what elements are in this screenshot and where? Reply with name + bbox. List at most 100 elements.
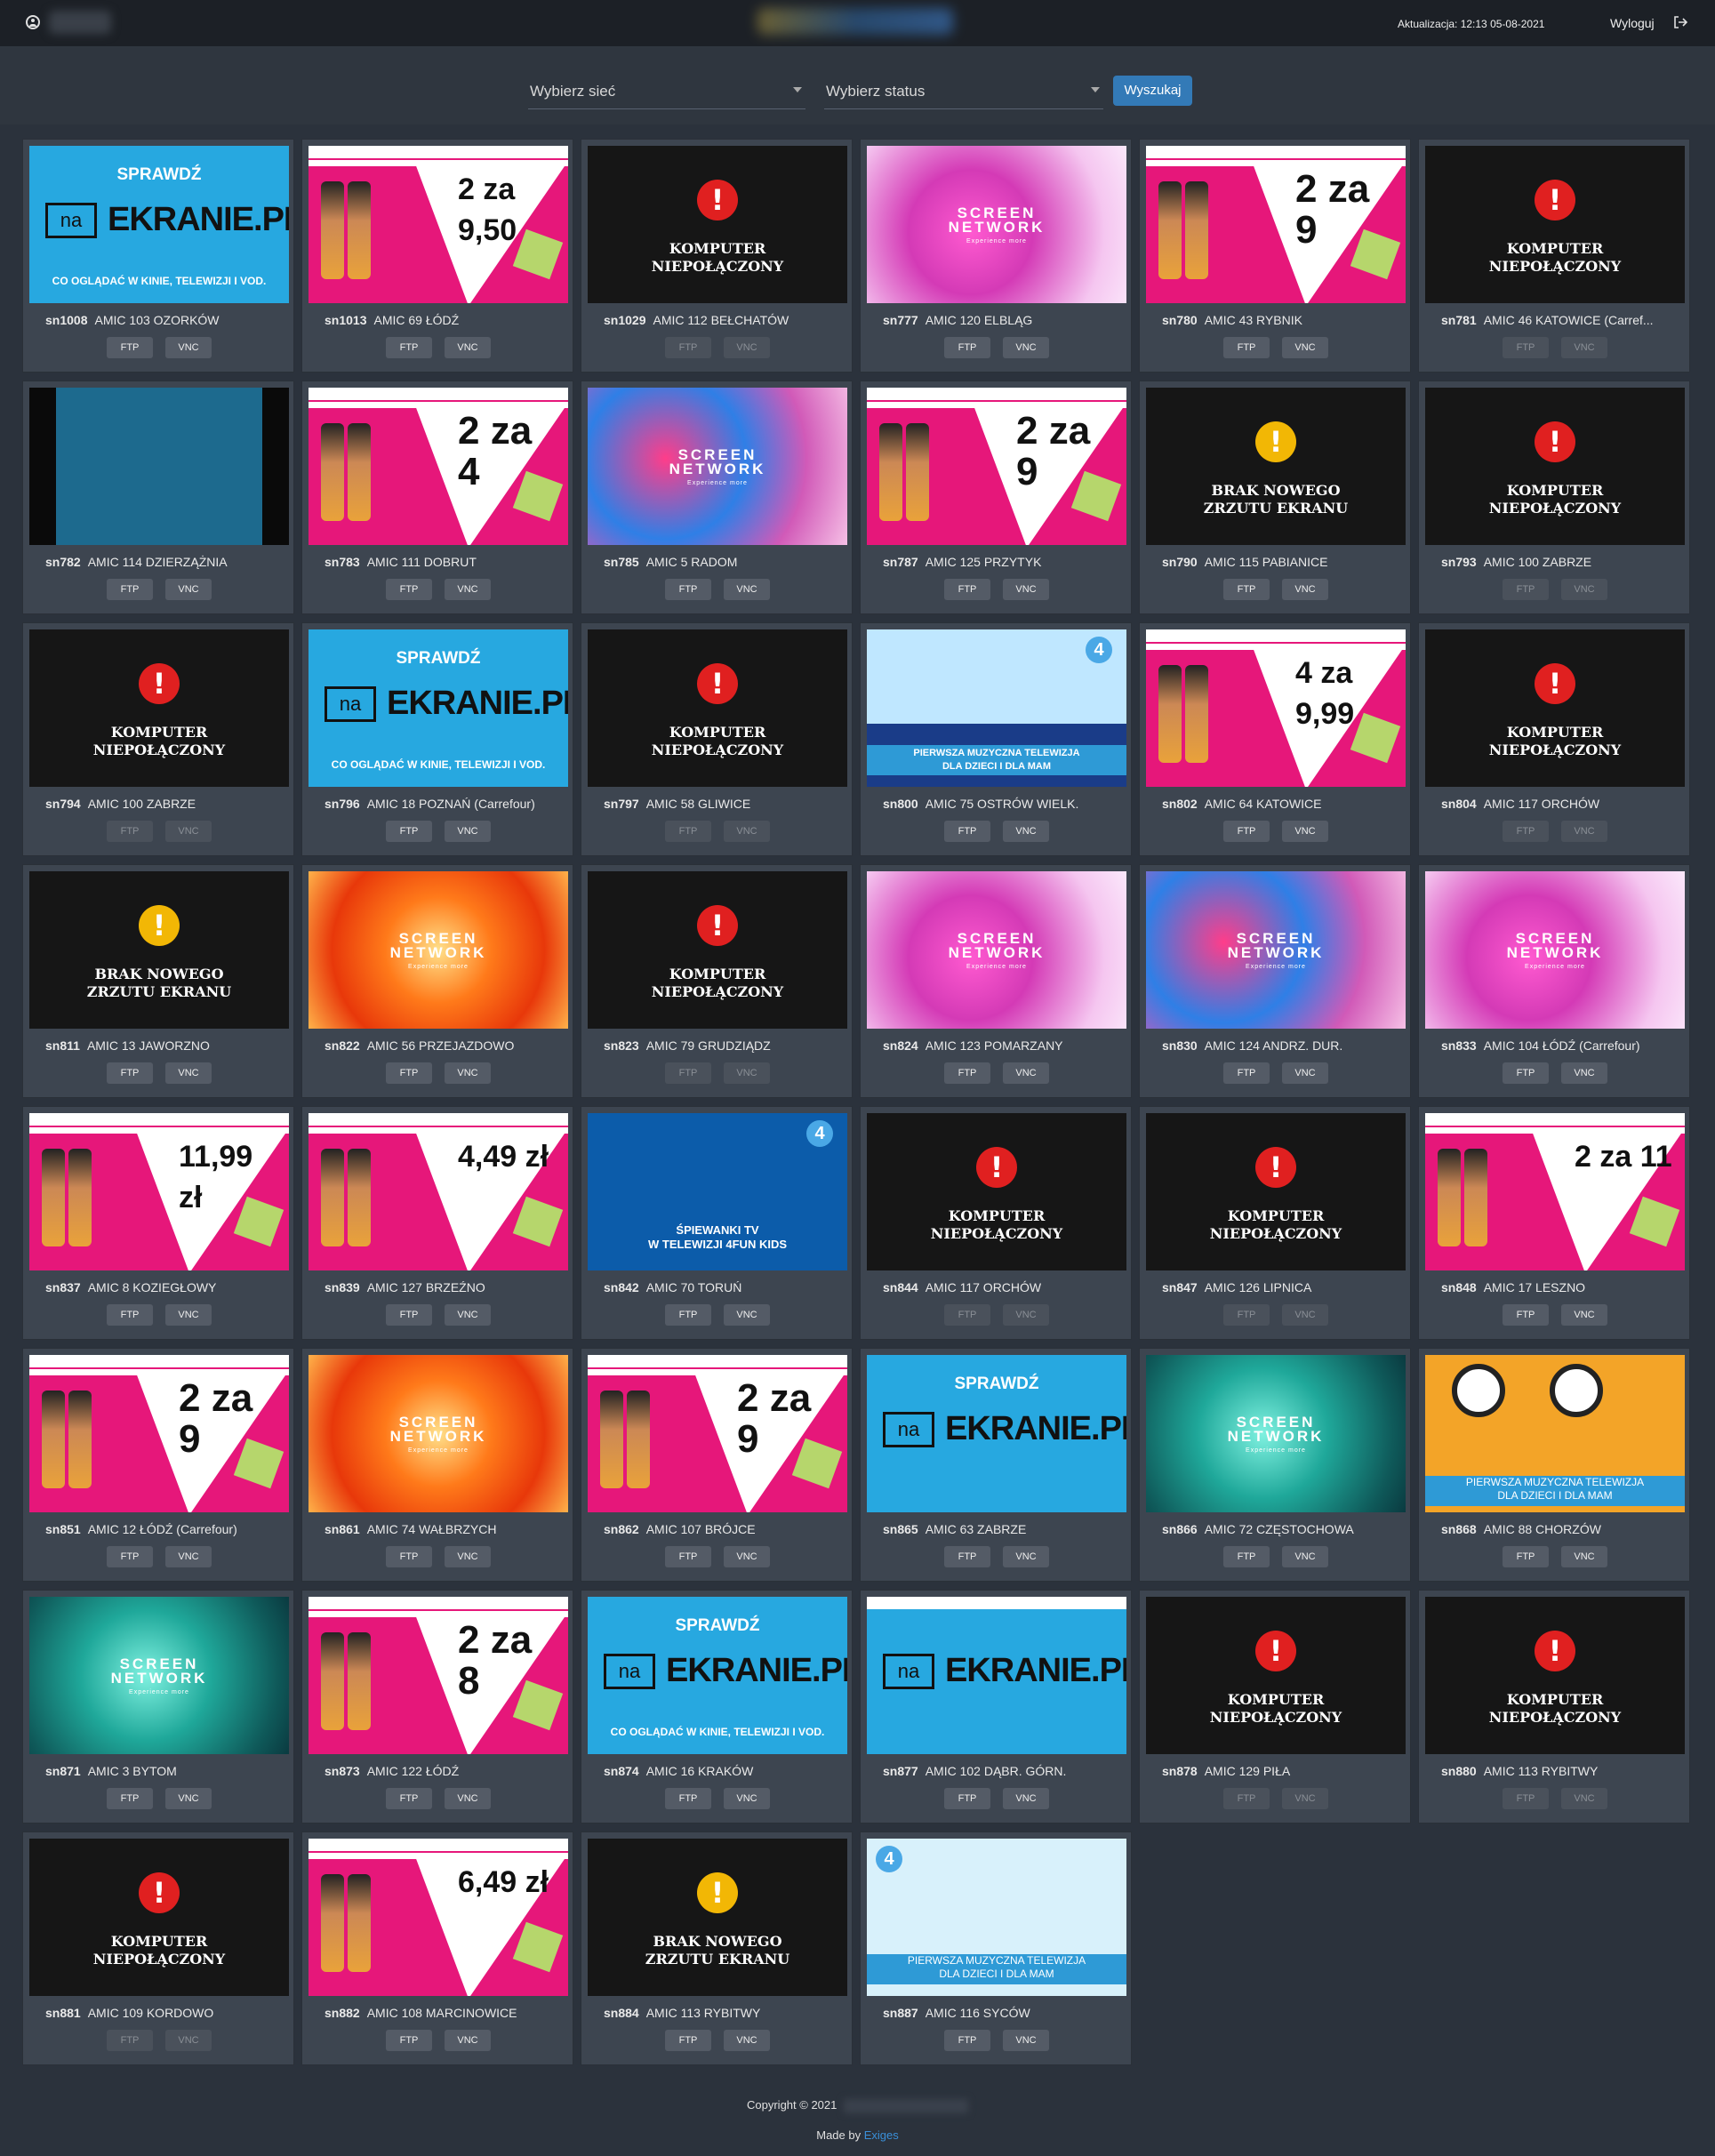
vnc-button[interactable]: VNC [1282, 1788, 1328, 1809]
vnc-button[interactable]: VNC [724, 1546, 770, 1567]
ftp-button[interactable]: FTP [107, 2030, 153, 2051]
ftp-button[interactable]: FTP [665, 1788, 711, 1809]
ftp-button[interactable]: FTP [107, 579, 153, 600]
ftp-button[interactable]: FTP [386, 1062, 432, 1084]
screen-thumbnail[interactable]: 6,49 zł [309, 1839, 568, 1996]
vnc-button[interactable]: VNC [1003, 1788, 1049, 1809]
screen-thumbnail[interactable]: PIERWSZA MUZYCZNA TELEWIZJA DLA DZIECI I … [1425, 1355, 1685, 1512]
ftp-button[interactable]: FTP [944, 821, 990, 842]
ftp-button[interactable]: FTP [386, 579, 432, 600]
screen-thumbnail[interactable]: 4 PIERWSZA MUZYCZNA TELEWIZJA DLA DZIECI I… [867, 1839, 1126, 1996]
vnc-button[interactable]: VNC [1282, 1304, 1328, 1326]
screen-thumbnail[interactable]: 2 za 9 [29, 1355, 289, 1512]
vnc-button[interactable]: VNC [1003, 1062, 1049, 1084]
ftp-button[interactable]: FTP [944, 2030, 990, 2051]
screen-thumbnail[interactable]: 4 za 9,99 [1146, 629, 1406, 787]
vnc-button[interactable]: VNC [724, 1304, 770, 1326]
ftp-button[interactable]: FTP [1223, 821, 1270, 842]
screen-thumbnail[interactable] [29, 388, 289, 545]
vnc-button[interactable]: VNC [165, 2030, 212, 2051]
screen-thumbnail[interactable]: SCREEN NETWORK Experience more [29, 1597, 289, 1754]
ftp-button[interactable]: FTP [1503, 1304, 1549, 1326]
screen-thumbnail[interactable]: ! KOMPUTER NIEPOŁĄCZONY [29, 1839, 289, 1996]
vnc-button[interactable]: VNC [165, 1062, 212, 1084]
search-button[interactable]: Wyszukaj [1113, 76, 1192, 106]
ftp-button[interactable]: FTP [107, 1062, 153, 1084]
screen-thumbnail[interactable]: na EKRANIE.PL [867, 1597, 1126, 1754]
status-select[interactable]: Wybierz status [824, 75, 1103, 109]
screen-thumbnail[interactable]: ! KOMPUTER NIEPOŁĄCZONY [1425, 388, 1685, 545]
screen-thumbnail[interactable]: ! KOMPUTER NIEPOŁĄCZONY [1425, 629, 1685, 787]
screen-thumbnail[interactable]: SPRAWDŹ na EKRANIE.PL [867, 1355, 1126, 1512]
screen-thumbnail[interactable]: ! KOMPUTER NIEPOŁĄCZONY [588, 146, 847, 303]
ftp-button[interactable]: FTP [107, 1788, 153, 1809]
ftp-button[interactable]: FTP [944, 579, 990, 600]
ftp-button[interactable]: FTP [1223, 579, 1270, 600]
ftp-button[interactable]: FTP [1223, 1304, 1270, 1326]
ftp-button[interactable]: FTP [665, 1062, 711, 1084]
logout-icon[interactable] [1673, 15, 1687, 29]
ftp-button[interactable]: FTP [665, 1304, 711, 1326]
screen-thumbnail[interactable]: ! KOMPUTER NIEPOŁĄCZONY [588, 871, 847, 1029]
ftp-button[interactable]: FTP [1503, 1788, 1549, 1809]
ftp-button[interactable]: FTP [1223, 1546, 1270, 1567]
screen-thumbnail[interactable]: SCREEN NETWORK Experience more [1146, 1355, 1406, 1512]
screen-thumbnail[interactable]: SCREEN NETWORK Experience more [309, 1355, 568, 1512]
vnc-button[interactable]: VNC [724, 579, 770, 600]
screen-thumbnail[interactable]: ! KOMPUTER NIEPOŁĄCZONY [29, 629, 289, 787]
ftp-button[interactable]: FTP [944, 1062, 990, 1084]
screen-thumbnail[interactable]: ! BRAK NOWEGO ZRZUTU EKRANU [29, 871, 289, 1029]
screen-thumbnail[interactable]: SCREEN NETWORK Experience more [1425, 871, 1685, 1029]
vnc-button[interactable]: VNC [445, 579, 491, 600]
screen-thumbnail[interactable]: SCREEN NETWORK Experience more [1146, 871, 1406, 1029]
vnc-button[interactable]: VNC [724, 1062, 770, 1084]
screen-thumbnail[interactable]: 2 za 11 [1425, 1113, 1685, 1270]
ftp-button[interactable]: FTP [665, 579, 711, 600]
vnc-button[interactable]: VNC [165, 337, 212, 358]
vnc-button[interactable]: VNC [165, 579, 212, 600]
ftp-button[interactable]: FTP [665, 2030, 711, 2051]
ftp-button[interactable]: FTP [107, 821, 153, 842]
screen-thumbnail[interactable]: 2 za 9 [867, 388, 1126, 545]
vnc-button[interactable]: VNC [165, 1788, 212, 1809]
vnc-button[interactable]: VNC [1282, 337, 1328, 358]
screen-thumbnail[interactable]: 4 ŚPIEWANKI TV W TELEWIZJI 4FUN KIDS [588, 1113, 847, 1270]
ftp-button[interactable]: FTP [1503, 1546, 1549, 1567]
ftp-button[interactable]: FTP [386, 821, 432, 842]
vnc-button[interactable]: VNC [1003, 579, 1049, 600]
screen-thumbnail[interactable]: 2 za 9 [1146, 146, 1406, 303]
screen-thumbnail[interactable]: 4 PIERWSZA MUZYCZNA TELEWIZJA DLA DZIECI I… [867, 629, 1126, 787]
ftp-button[interactable]: FTP [1503, 337, 1549, 358]
ftp-button[interactable]: FTP [1223, 337, 1270, 358]
ftp-button[interactable]: FTP [944, 1546, 990, 1567]
screen-thumbnail[interactable]: 4,49 zł [309, 1113, 568, 1270]
screen-thumbnail[interactable]: SPRAWDŹ na EKRANIE.PL CO OGLĄDAĆ W KINIE, T… [309, 629, 568, 787]
vnc-button[interactable]: VNC [1561, 1304, 1607, 1326]
screen-thumbnail[interactable]: ! KOMPUTER NIEPOŁĄCZONY [1425, 146, 1685, 303]
vnc-button[interactable]: VNC [445, 337, 491, 358]
screen-thumbnail[interactable]: SCREEN NETWORK Experience more [867, 146, 1126, 303]
vnc-button[interactable]: VNC [1282, 579, 1328, 600]
screen-thumbnail[interactable]: 2 za 9,50 [309, 146, 568, 303]
screen-thumbnail[interactable]: ! KOMPUTER NIEPOŁĄCZONY [588, 629, 847, 787]
vnc-button[interactable]: VNC [1561, 1062, 1607, 1084]
vnc-button[interactable]: VNC [165, 1304, 212, 1326]
vnc-button[interactable]: VNC [445, 2030, 491, 2051]
vnc-button[interactable]: VNC [1282, 1546, 1328, 1567]
ftp-button[interactable]: FTP [1503, 1062, 1549, 1084]
ftp-button[interactable]: FTP [386, 337, 432, 358]
screen-thumbnail[interactable]: SCREEN NETWORK Experience more [867, 871, 1126, 1029]
screen-thumbnail[interactable]: 2 za 8 [309, 1597, 568, 1754]
vnc-button[interactable]: VNC [724, 821, 770, 842]
ftp-button[interactable]: FTP [386, 1546, 432, 1567]
vnc-button[interactable]: VNC [724, 337, 770, 358]
vnc-button[interactable]: VNC [1003, 1304, 1049, 1326]
vnc-button[interactable]: VNC [724, 1788, 770, 1809]
ftp-button[interactable]: FTP [1223, 1062, 1270, 1084]
vnc-button[interactable]: VNC [445, 1788, 491, 1809]
screen-thumbnail[interactable]: SCREEN NETWORK Experience more [309, 871, 568, 1029]
screen-thumbnail[interactable]: SPRAWDŹ na EKRANIE.PL CO OGLĄDAĆ W KINIE, T… [29, 146, 289, 303]
vnc-button[interactable]: VNC [1003, 821, 1049, 842]
vnc-button[interactable]: VNC [724, 2030, 770, 2051]
ftp-button[interactable]: FTP [386, 1304, 432, 1326]
